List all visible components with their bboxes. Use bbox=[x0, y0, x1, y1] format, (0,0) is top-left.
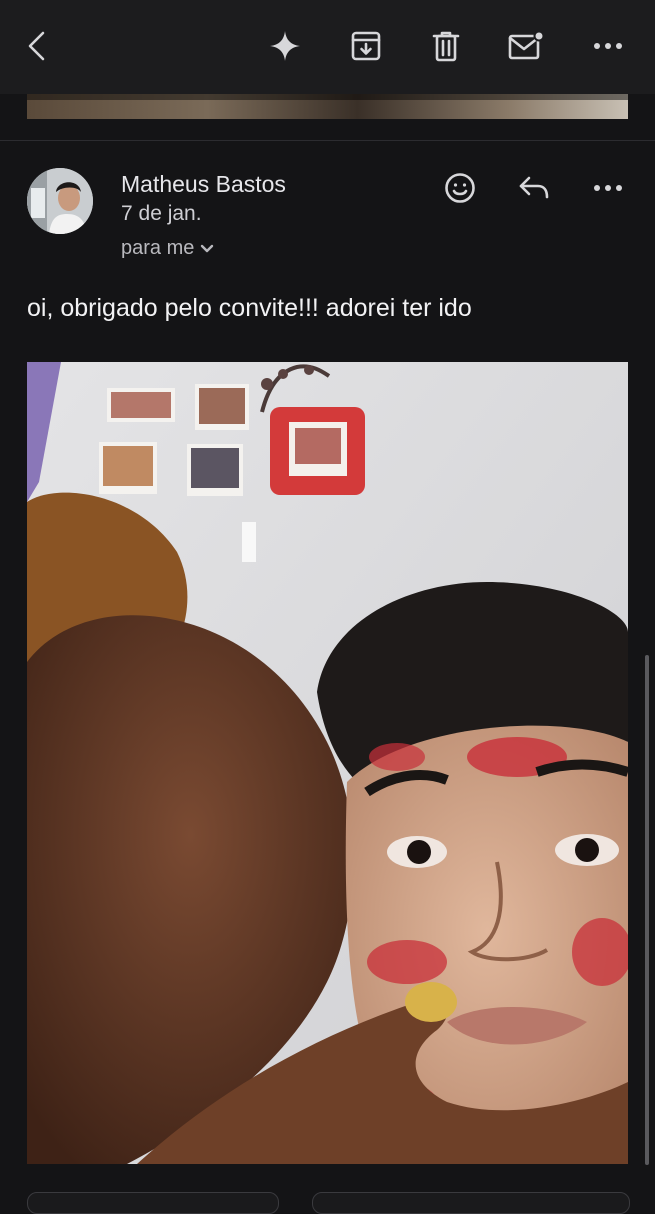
more-icon[interactable] bbox=[588, 26, 628, 66]
recipient-details-toggle[interactable]: para me bbox=[121, 237, 214, 260]
emoji-reaction-icon[interactable] bbox=[440, 168, 480, 208]
recipient-label: para me bbox=[121, 237, 195, 259]
scrollbar[interactable] bbox=[645, 655, 649, 1165]
previous-message-image[interactable] bbox=[27, 94, 628, 119]
divider bbox=[0, 140, 655, 141]
message-date: 7 de jan. bbox=[121, 202, 202, 225]
bottom-action-chip[interactable] bbox=[312, 1192, 630, 1214]
attached-photo[interactable] bbox=[27, 362, 628, 1164]
mark-unread-icon[interactable] bbox=[506, 26, 546, 66]
bottom-action-chip[interactable] bbox=[27, 1192, 279, 1214]
reply-icon[interactable] bbox=[514, 168, 554, 208]
avatar[interactable] bbox=[27, 168, 93, 234]
back-icon[interactable] bbox=[17, 26, 57, 66]
chevron-down-icon bbox=[200, 237, 214, 260]
more-icon[interactable] bbox=[588, 168, 628, 208]
delete-icon[interactable] bbox=[426, 26, 466, 66]
message-body: oi, obrigado pelo convite!!! adorei ter … bbox=[27, 294, 472, 322]
top-app-bar bbox=[0, 0, 655, 94]
sender-name[interactable]: Matheus Bastos bbox=[121, 171, 286, 198]
sparkle-icon[interactable] bbox=[265, 26, 305, 66]
archive-icon[interactable] bbox=[346, 26, 386, 66]
